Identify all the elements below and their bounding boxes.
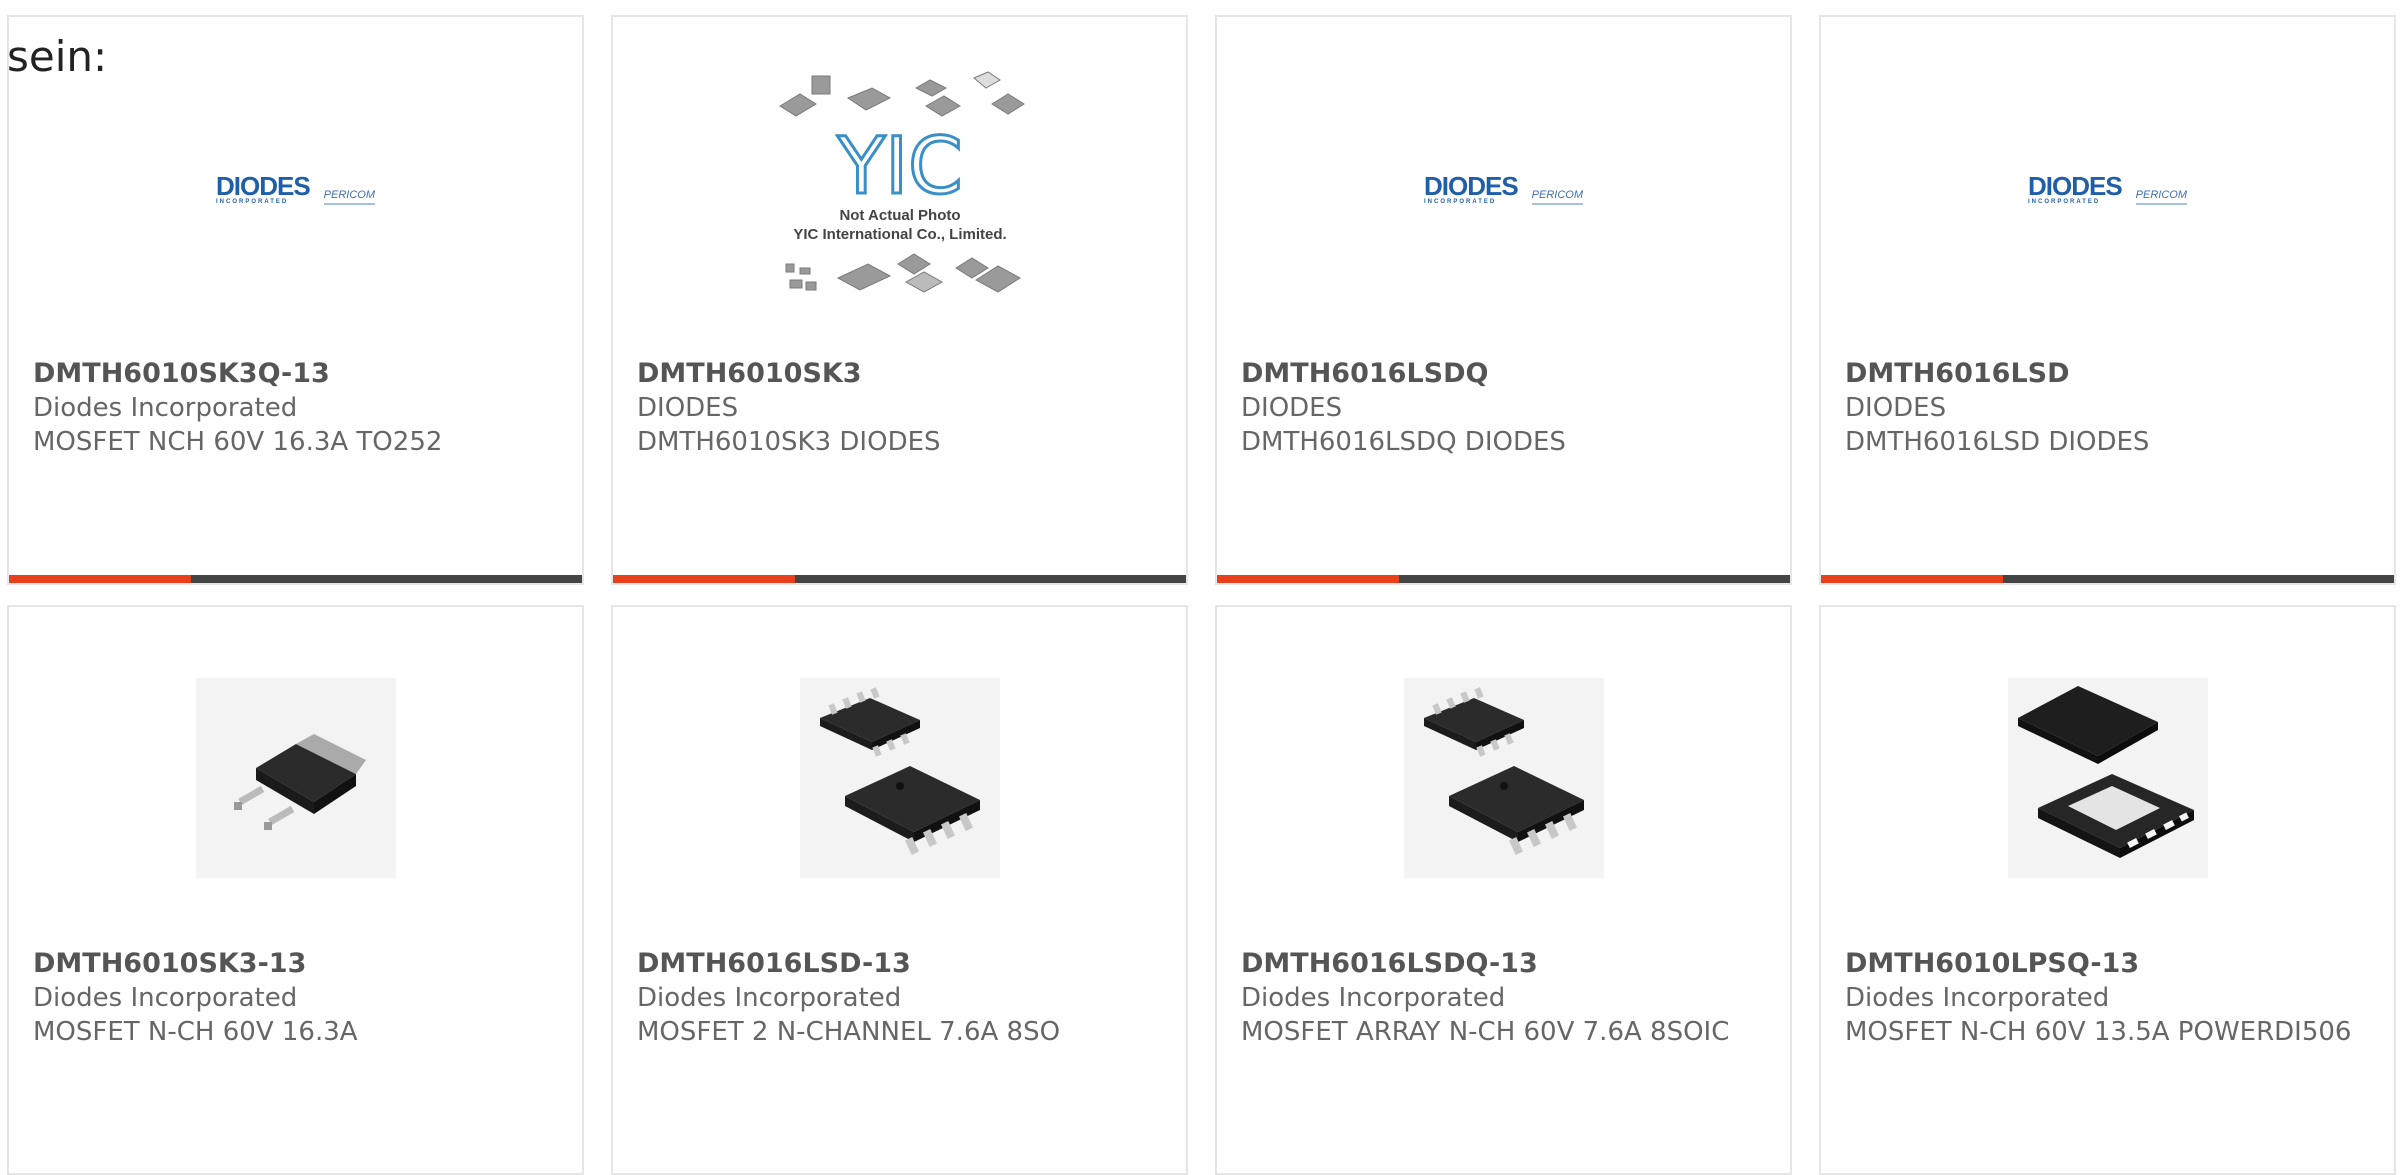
- placeholder-caption-2: YIC International Co., Limited.: [793, 226, 1006, 243]
- powerdi-chips-image: [2007, 678, 2208, 878]
- svg-text:YIC: YIC: [836, 122, 962, 212]
- manufacturer: DIODES: [1845, 393, 1947, 423]
- description: DMTH6016LSDQ DIODES: [1241, 427, 1566, 457]
- diodes-logo: DIODES INCORPORATED PERICOM: [2027, 171, 2188, 205]
- to252-chip-image: [195, 678, 396, 878]
- product-card[interactable]: DIODES INCORPORATED PERICOM DMTH6016LSDQ …: [1215, 15, 1792, 585]
- product-image[interactable]: DIODES INCORPORATED PERICOM: [1821, 59, 2394, 317]
- placeholder-caption-1: Not Actual Photo: [839, 207, 960, 224]
- product-grid: DIODES INCORPORATED PERICOM DMTH6010SK3Q-…: [7, 15, 2400, 1175]
- description: MOSFET NCH 60V 16.3A TO252: [33, 427, 443, 457]
- so8-chips-image: [799, 678, 1000, 878]
- diodes-logo: DIODES INCORPORATED PERICOM: [215, 171, 376, 205]
- product-image[interactable]: [9, 649, 582, 907]
- manufacturer: Diodes Incorporated: [1845, 983, 2110, 1013]
- lead-text: sein:: [7, 32, 108, 81]
- product-card[interactable]: YIC Not Actual Photo YIC International C…: [611, 15, 1188, 585]
- product-card[interactable]: DIODES INCORPORATED PERICOM DMTH6016LSD D…: [1819, 15, 2396, 585]
- manufacturer: Diodes Incorporated: [637, 983, 902, 1013]
- description: DMTH6010SK3 DIODES: [637, 427, 941, 457]
- part-number-link[interactable]: DMTH6010LPSQ-13: [1845, 947, 2370, 981]
- part-number-link[interactable]: DMTH6010SK3: [637, 357, 1162, 391]
- card-footer-bar: [1821, 575, 2394, 583]
- product-image[interactable]: DIODES INCORPORATED PERICOM: [1217, 59, 1790, 317]
- diodes-logo: DIODES INCORPORATED PERICOM: [1423, 171, 1584, 205]
- description: MOSFET ARRAY N-CH 60V 7.6A 8SOIC: [1241, 1017, 1730, 1047]
- part-number-link[interactable]: DMTH6010SK3-13: [33, 947, 558, 981]
- description: DMTH6016LSD DIODES: [1845, 427, 2150, 457]
- part-number-link[interactable]: DMTH6016LSD: [1845, 357, 2370, 391]
- product-image[interactable]: DIODES INCORPORATED PERICOM: [9, 59, 582, 317]
- product-image[interactable]: [613, 649, 1186, 907]
- product-card[interactable]: DMTH6010SK3-13 Diodes Incorporated MOSFE…: [7, 605, 584, 1175]
- description: MOSFET 2 N-CHANNEL 7.6A 8SO: [637, 1017, 1061, 1047]
- description: MOSFET N-CH 60V 13.5A POWERDI506: [1845, 1017, 2352, 1047]
- product-card[interactable]: DMTH6016LSD-13 Diodes Incorporated MOSFE…: [611, 605, 1188, 1175]
- card-footer-bar: [613, 575, 1186, 583]
- manufacturer: Diodes Incorporated: [1241, 983, 1506, 1013]
- part-number-link[interactable]: DMTH6016LSD-13: [637, 947, 1162, 981]
- manufacturer: DIODES: [637, 393, 739, 423]
- description: MOSFET N-CH 60V 16.3A: [33, 1017, 358, 1047]
- part-number-link[interactable]: DMTH6016LSDQ-13: [1241, 947, 1766, 981]
- manufacturer: Diodes Incorporated: [33, 393, 298, 423]
- product-image[interactable]: [1821, 649, 2394, 907]
- yic-placeholder-image: YIC Not Actual Photo YIC International C…: [778, 71, 1025, 293]
- manufacturer: Diodes Incorporated: [33, 983, 298, 1013]
- part-number-link[interactable]: DMTH6016LSDQ: [1241, 357, 1766, 391]
- product-card[interactable]: DMTH6016LSDQ-13 Diodes Incorporated MOSF…: [1215, 605, 1792, 1175]
- product-card[interactable]: DMTH6010LPSQ-13 Diodes Incorporated MOSF…: [1819, 605, 2396, 1175]
- product-card[interactable]: DIODES INCORPORATED PERICOM DMTH6010SK3Q-…: [7, 15, 584, 585]
- product-image[interactable]: YIC Not Actual Photo YIC International C…: [613, 59, 1186, 317]
- part-number-link[interactable]: DMTH6010SK3Q-13: [33, 357, 558, 391]
- product-image[interactable]: [1217, 649, 1790, 907]
- so8-chips-image: [1403, 678, 1604, 878]
- manufacturer: DIODES: [1241, 393, 1343, 423]
- card-footer-bar: [9, 575, 582, 583]
- card-footer-bar: [1217, 575, 1790, 583]
